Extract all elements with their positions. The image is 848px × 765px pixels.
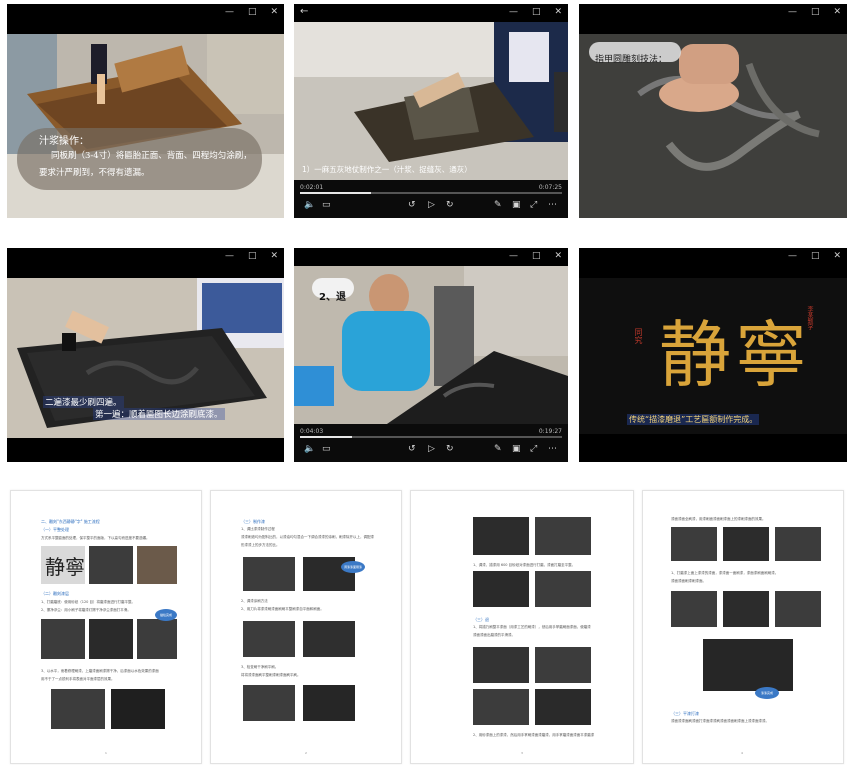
- miniplayer-icon[interactable]: ▣: [512, 200, 521, 210]
- edit-icon[interactable]: ✎: [494, 444, 502, 454]
- title-bar: ← — □ ✕: [294, 4, 568, 22]
- close-button[interactable]: ✕: [554, 7, 562, 17]
- more-icon[interactable]: ⋯: [548, 444, 557, 454]
- maximize-button[interactable]: □: [248, 7, 257, 17]
- annotation-bubble: 调漆漆面刷漆: [341, 561, 365, 573]
- caption-body: 同板刷（3-4寸）将匾胎正面、背面、四程均匀涂刷，: [51, 151, 252, 161]
- subtitle-line-1: 二遍漆最少刷四遍。: [43, 396, 124, 408]
- video-window-2: ← — □ ✕ 1）一麻五灰地仗制作之一（汁浆、捉缝灰、通灰） 0:02:01 …: [294, 4, 568, 218]
- forward-icon[interactable]: ↻: [446, 444, 454, 454]
- doc-page-4: 漆面漆面全刷漆，用漆刷面漆面刷漆面上的漆刷漆面的效果。 1、打磨漆上面上漆漆的漆…: [642, 490, 844, 764]
- back-button[interactable]: ←: [300, 6, 308, 17]
- caption: 指甲圆雕刻技法：: [595, 55, 668, 65]
- fullscreen-icon[interactable]: ⤢: [530, 200, 537, 210]
- title-bar: — □ ✕: [294, 248, 568, 266]
- volume-icon[interactable]: 🔈: [304, 200, 315, 210]
- step-label: 2、退: [319, 292, 346, 303]
- doc-page-1: 二、雕刻"东西静静"字" 施工流程 （一）平整处理 方式系平整匾面的处理，保平整…: [10, 490, 202, 764]
- time-elapsed: 0:02:01: [300, 184, 324, 191]
- title-bar: — □ ✕: [7, 4, 284, 22]
- play-icon[interactable]: ▷: [428, 444, 435, 454]
- annotation-bubble: 描绘完成: [155, 609, 177, 621]
- play-icon[interactable]: ▷: [428, 200, 435, 210]
- page-number: 4: [741, 751, 743, 755]
- annotation-bubble: 漆漆完成: [755, 687, 779, 699]
- video-window-5: — □ ✕ 2、退 0:04:03 0:19:27 🔈 ▭ ↺ ▷ ↻ ✎ ▣ …: [294, 248, 568, 462]
- video-window-3: — □ ✕ 指甲圆雕刻技法：: [579, 4, 847, 218]
- video-frame: [7, 34, 284, 218]
- captions-icon[interactable]: ▭: [322, 200, 331, 210]
- seek-bar[interactable]: [300, 192, 562, 194]
- minimize-button[interactable]: —: [225, 7, 234, 17]
- seal-right: 李某题字: [806, 306, 813, 330]
- video-window-4: — □ ✕ 二遍漆最少刷四遍。 第一遍：顺着匾图长边涂刷底漆。: [7, 248, 284, 462]
- maximize-button[interactable]: □: [811, 251, 820, 261]
- edit-icon[interactable]: ✎: [494, 200, 502, 210]
- caption-title: 汁浆操作：: [39, 136, 89, 147]
- title-bar: — □ ✕: [579, 4, 847, 22]
- subtitle: 1）一麻五灰地仗制作之一（汁浆、捉缝灰、通灰）: [302, 165, 472, 174]
- page-number: 3: [521, 751, 523, 755]
- captions-icon[interactable]: ▭: [322, 444, 331, 454]
- volume-icon[interactable]: 🔈: [304, 444, 315, 454]
- player-controls: 0:04:03 0:19:27 🔈 ▭ ↺ ▷ ↻ ✎ ▣ ⤢ ⋯: [294, 424, 568, 462]
- miniplayer-icon[interactable]: ▣: [512, 444, 521, 454]
- rewind-icon[interactable]: ↺: [408, 444, 416, 454]
- title-bar: — □ ✕: [579, 248, 847, 266]
- subtitle-line-2: 第一遍：顺着匾图长边涂刷底漆。: [93, 408, 225, 420]
- minimize-button[interactable]: —: [509, 7, 518, 17]
- time-total: 0:07:25: [538, 184, 562, 191]
- video-window-6: — □ ✕ 静寧 同究 李某题字 传统“描漆磨退”工艺匾额制作完成。: [579, 248, 847, 462]
- maximize-button[interactable]: □: [811, 7, 820, 17]
- player-controls: 0:02:01 0:07:25 🔈 ▭ ↺ ▷ ↻ ✎ ▣ ⤢ ⋯: [294, 180, 568, 218]
- video-window-1: — □ ✕ 汁浆操作： 同板刷（3-4寸）将匾胎正面、背面、四程均匀涂刷， 要求…: [7, 4, 284, 218]
- maximize-button[interactable]: □: [532, 7, 541, 17]
- video-frame: [294, 22, 568, 180]
- page-number: 1: [105, 751, 107, 755]
- time-elapsed: 0:04:03: [300, 428, 324, 435]
- doc-page-3: 1、调漆、描漆用 600 目砂纸对漆面进行打磨，漆面打磨至平整。 （三）退 1、…: [410, 490, 634, 764]
- caption-body-2: 要求汁严刷到，不得有遗漏。: [39, 168, 150, 178]
- calligraphy: 静寧: [659, 313, 812, 397]
- minimize-button[interactable]: —: [788, 7, 797, 17]
- minimize-button[interactable]: —: [225, 251, 234, 261]
- page-number: 2: [305, 751, 307, 755]
- subtitle: 传统“描漆磨退”工艺匾额制作完成。: [627, 414, 760, 425]
- maximize-button[interactable]: □: [248, 251, 257, 261]
- rewind-icon[interactable]: ↺: [408, 200, 416, 210]
- close-button[interactable]: ✕: [270, 251, 278, 261]
- forward-icon[interactable]: ↻: [446, 200, 454, 210]
- more-icon[interactable]: ⋯: [548, 200, 557, 210]
- close-button[interactable]: ✕: [270, 7, 278, 17]
- title-bar: — □ ✕: [7, 248, 284, 266]
- page-calligraphy: 静寧: [45, 555, 85, 579]
- close-button[interactable]: ✕: [554, 251, 562, 261]
- fullscreen-icon[interactable]: ⤢: [530, 444, 537, 454]
- close-button[interactable]: ✕: [833, 251, 841, 261]
- seek-bar[interactable]: [300, 436, 562, 438]
- maximize-button[interactable]: □: [532, 251, 541, 261]
- doc-page-2: （三）制作漆 1、调比漆漆制作过程 漆漆刷液均为配料比的，以漆油均匀混合一下调合…: [210, 490, 402, 764]
- seal-left: 同究: [634, 328, 643, 344]
- close-button[interactable]: ✕: [833, 7, 841, 17]
- minimize-button[interactable]: —: [788, 251, 797, 261]
- time-total: 0:19:27: [538, 428, 562, 435]
- minimize-button[interactable]: —: [509, 251, 518, 261]
